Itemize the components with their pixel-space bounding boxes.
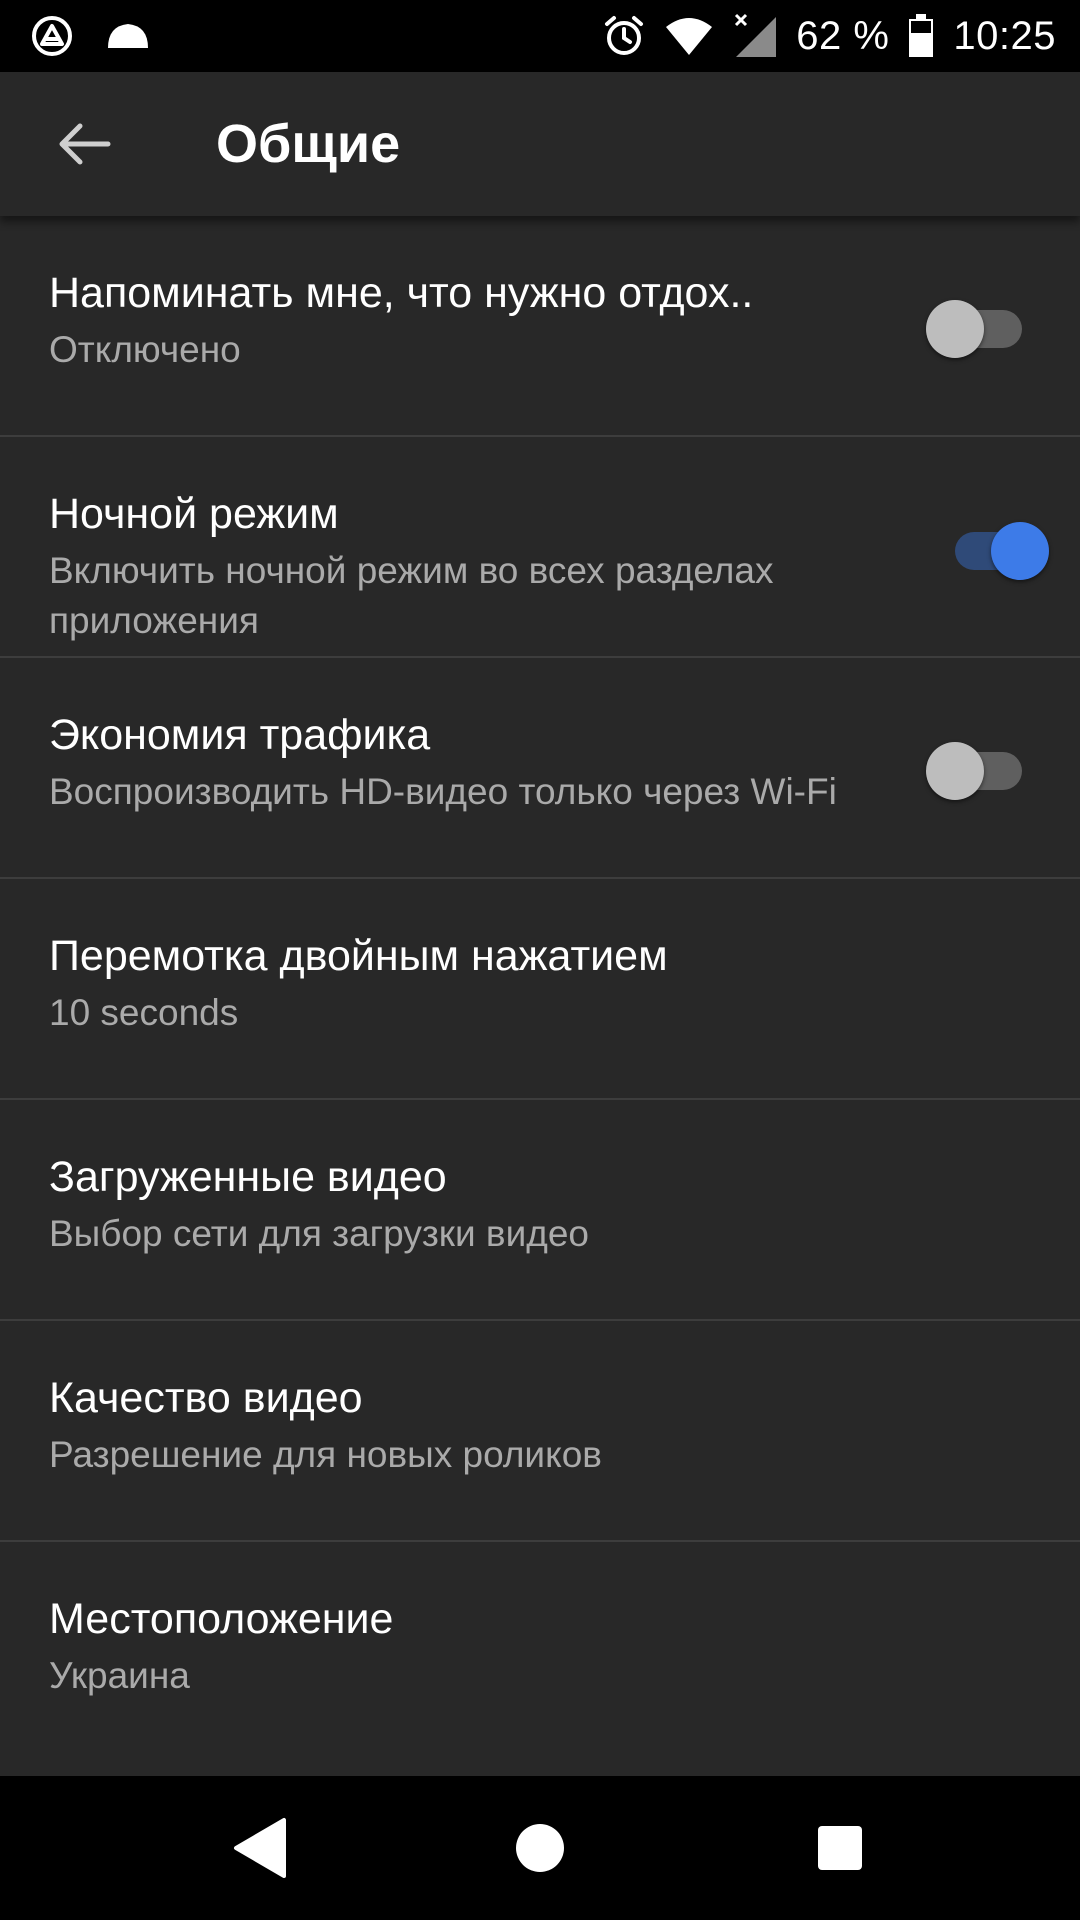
back-button[interactable]: [44, 108, 124, 180]
setting-title: Местоположение: [49, 1595, 394, 1643]
back-triangle-icon: [234, 1818, 286, 1878]
signal-icon: [735, 13, 777, 57]
setting-subtitle: 10 seconds: [49, 992, 239, 1033]
setting-subtitle: Отключено: [49, 329, 241, 370]
page-title: Общие: [216, 114, 401, 174]
clock-time: 10:25: [953, 14, 1056, 58]
wifi-icon: [666, 18, 713, 55]
setting-break-reminder[interactable]: Напоминать мне, что нужно отдох.. Отключ…: [0, 216, 1080, 437]
setting-title: Напоминать мне, что нужно отдох..: [49, 269, 754, 317]
nav-home-button[interactable]: [480, 1776, 600, 1920]
setting-subtitle: Воспроизводить HD-видео только через Wi-…: [49, 771, 837, 812]
setting-subtitle: Выбор сети для загрузки видео: [49, 1213, 590, 1254]
settings-list: Напоминать мне, что нужно отдох.. Отключ…: [0, 216, 1080, 1776]
home-circle-icon: [516, 1824, 564, 1872]
alarm-icon: [605, 16, 644, 55]
setting-subtitle: Разрешение для новых роликов: [49, 1434, 602, 1475]
break-reminder-toggle[interactable]: [926, 296, 1026, 358]
setting-title: Ночной режим: [49, 490, 339, 538]
setting-title: Загруженные видео: [49, 1153, 447, 1201]
setting-location[interactable]: Местоположение Украина: [0, 1542, 1080, 1763]
status-icons: 62 % 10:25: [602, 0, 1056, 72]
arrow-back-icon: [59, 123, 111, 165]
navigation-bar: [0, 1776, 1080, 1920]
app-bar: Общие: [0, 72, 1080, 216]
setting-double-tap-seek[interactable]: Перемотка двойным нажатием 10 seconds: [0, 879, 1080, 1100]
setting-title: Экономия трафика: [49, 711, 431, 759]
recents-square-icon: [818, 1826, 862, 1870]
setting-title: Качество видео: [49, 1374, 363, 1422]
data-saver-toggle[interactable]: [926, 738, 1026, 800]
nav-back-button[interactable]: [200, 1776, 320, 1920]
night-mode-toggle[interactable]: [949, 518, 1049, 580]
nav-recents-button[interactable]: [780, 1776, 900, 1920]
setting-night-mode[interactable]: Ночной режим Включить ночной режим во вс…: [0, 437, 1080, 658]
setting-subtitle: Включить ночной режим во всех разделах п…: [49, 550, 774, 641]
setting-data-saver[interactable]: Экономия трафика Воспроизводить HD-видео…: [0, 658, 1080, 879]
app-icon: [32, 16, 72, 56]
battery-percent: 62 %: [796, 14, 890, 58]
setting-title: Перемотка двойным нажатием: [49, 932, 668, 980]
setting-video-quality[interactable]: Качество видео Разрешение для новых роли…: [0, 1321, 1080, 1542]
setting-subtitle: Украина: [49, 1655, 190, 1696]
cloud-icon: [108, 24, 148, 48]
battery-icon: [909, 14, 934, 57]
setting-downloads[interactable]: Загруженные видео Выбор сети для загрузк…: [0, 1100, 1080, 1321]
status-bar: 62 % 10:25: [0, 0, 1080, 72]
